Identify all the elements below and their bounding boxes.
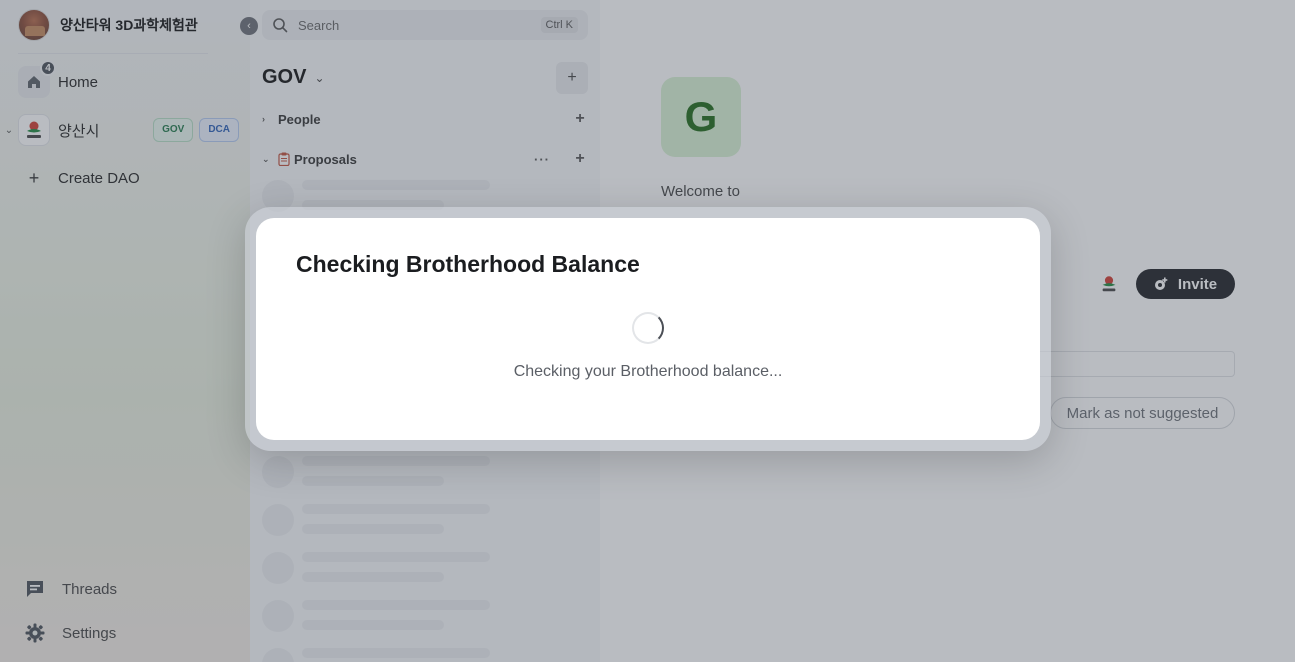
modal-message: Checking your Brotherhood balance... [513, 363, 783, 380]
loading-spinner-icon [632, 312, 664, 344]
modal-title: Checking Brotherhood Balance [296, 251, 640, 277]
balance-check-modal: Checking Brotherhood Balance Checking yo… [256, 218, 1040, 440]
